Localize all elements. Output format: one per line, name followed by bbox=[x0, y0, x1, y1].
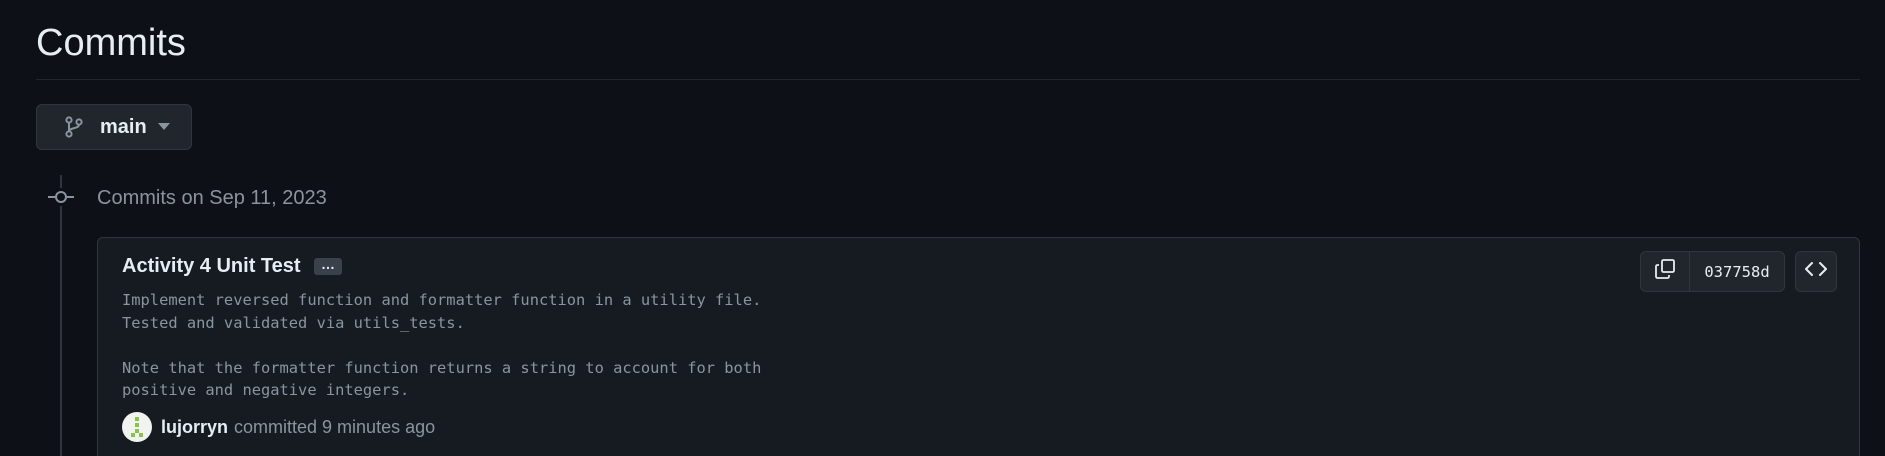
timeline-line bbox=[60, 175, 62, 456]
triangle-down-icon bbox=[157, 123, 170, 133]
commit-sha-link[interactable]: 037758d bbox=[1690, 252, 1784, 291]
toggle-description-button[interactable]: … bbox=[314, 257, 342, 275]
commit-node-icon bbox=[48, 188, 74, 206]
branch-select-button[interactable]: main bbox=[36, 104, 192, 150]
copy-sha-button[interactable] bbox=[1641, 252, 1690, 291]
title-divider bbox=[36, 79, 1860, 80]
commit-description-line: Tested and validated via utils_tests. bbox=[122, 313, 465, 332]
commit-title-link[interactable]: Activity 4 Unit Test bbox=[122, 252, 301, 280]
browse-repository-button[interactable] bbox=[1795, 251, 1837, 292]
committed-time: committed 9 minutes ago bbox=[234, 416, 436, 437]
git-branch-icon bbox=[64, 116, 84, 138]
commit-meta: lujorryn committed 9 minutes ago bbox=[122, 412, 435, 442]
author-avatar[interactable] bbox=[122, 412, 152, 442]
commit-group-date-heading: Commits on Sep 11, 2023 bbox=[97, 187, 327, 209]
branch-name: main bbox=[100, 115, 147, 138]
page-title: Commits bbox=[36, 22, 186, 64]
copy-icon bbox=[1654, 258, 1676, 285]
sha-button-group: 037758d bbox=[1640, 251, 1785, 292]
commit-card: Activity 4 Unit Test … Implement reverse… bbox=[97, 237, 1860, 456]
commit-description-line: Note that the formatter function returns… bbox=[122, 358, 762, 377]
code-icon bbox=[1805, 261, 1827, 282]
commit-description-line: Implement reversed function and formatte… bbox=[122, 291, 762, 309]
author-link[interactable]: lujorryn bbox=[161, 417, 228, 438]
commit-description-line bbox=[122, 334, 761, 357]
commit-description: Implement reversed function and formatte… bbox=[122, 289, 761, 402]
commit-description-line: positive and negative integers. bbox=[122, 381, 410, 399]
